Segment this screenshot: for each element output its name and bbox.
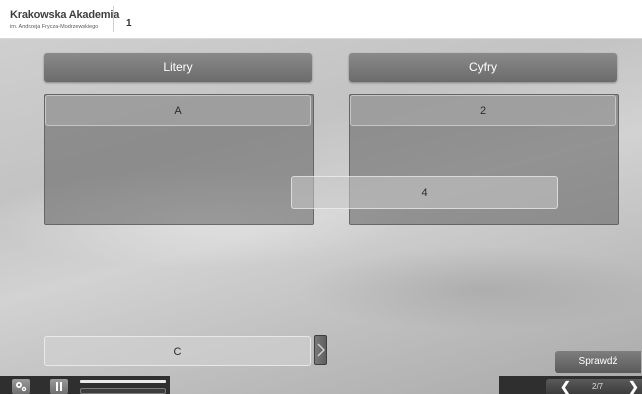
category-header-litery: Litery	[44, 53, 312, 82]
header-divider	[113, 6, 114, 32]
drop-zone-litery[interactable]: A	[44, 94, 314, 225]
settings-icon	[16, 382, 27, 392]
progress-track[interactable]	[80, 380, 166, 383]
category-header-cyfry: Cyfry	[349, 53, 617, 82]
bottom-left-toolbar	[0, 376, 170, 394]
exercise-area: Litery Cyfry A 2 4 C Sprawdź ❮ 2/7 ❯	[0, 39, 642, 394]
logo-name: Krakowska Akademia	[10, 9, 120, 21]
bottom-right-toolbar: ❮ 2/7 ❯	[499, 376, 642, 394]
page-navigation: ❮ 2/7 ❯	[546, 379, 642, 394]
pool-next-button[interactable]	[314, 335, 327, 365]
chevron-left-icon[interactable]: ❮	[560, 380, 571, 393]
chevron-right-icon[interactable]: ❯	[628, 380, 639, 393]
chevron-right-icon	[317, 343, 325, 357]
dragging-tile-4[interactable]: 4	[291, 176, 558, 209]
check-button[interactable]: Sprawdź	[555, 351, 641, 373]
tile-2[interactable]: 2	[350, 95, 616, 126]
pool-tile-c[interactable]: C	[44, 336, 311, 366]
settings-button[interactable]	[12, 379, 30, 394]
pause-icon	[56, 382, 62, 391]
pause-button[interactable]	[50, 379, 68, 394]
tile-a[interactable]: A	[45, 95, 311, 126]
progress-bar[interactable]	[80, 388, 166, 394]
page-number: 1	[126, 18, 132, 29]
logo: Krakowska Akademia im. Andrzeja Frycza-M…	[10, 9, 119, 33]
logo-subtitle: im. Andrzeja Frycza-Modrzewskiego	[10, 24, 99, 30]
app-header: Krakowska Akademia im. Andrzeja Frycza-M…	[0, 0, 642, 39]
page-counter: 2/7	[592, 382, 604, 391]
